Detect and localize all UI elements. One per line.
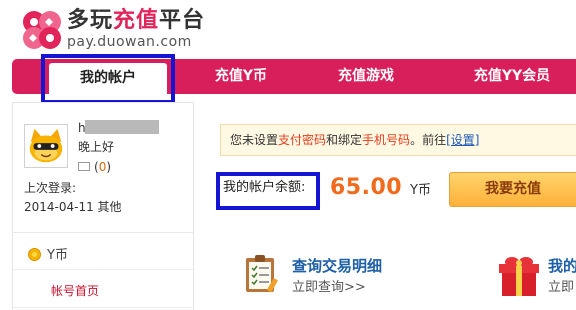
highlight-box-tab [41,54,175,104]
gifts-subtitle-link[interactable]: 立即 [548,280,574,296]
balance-unit: Y币 [410,183,431,198]
avatar[interactable] [24,124,68,168]
phone-number-link[interactable]: 手机号码 [362,133,410,147]
last-login-label: 上次登录: [24,181,77,195]
logo-domain: pay.duowan.com [67,34,192,50]
greeting: 晚上好 [78,140,115,154]
y-coin-icon [28,248,41,261]
ycoin-label: Y币 [47,248,68,263]
tab-recharge-ycoin[interactable]: 充值Y币 [187,59,295,94]
clipboard-icon[interactable] [244,254,280,294]
payment-password-link[interactable]: 支付密码 [278,133,326,147]
mail-icon [78,162,90,171]
logo-title: 多玩充值平台 [67,8,206,33]
my-gifts-link[interactable]: 我的 [548,256,576,276]
mail-link[interactable]: (0) [78,159,111,175]
security-notice: 您未设置支付密码和绑定手机号码。前往[设置] [220,124,576,156]
query-now-link[interactable]: 立即查询>> [292,280,366,296]
username-redaction [85,120,159,134]
ycoin-section: Y币 [28,246,68,264]
last-login-value: 2014-04-11 其他 [24,200,122,214]
sidebar-divider [13,307,193,308]
sidebar-divider [13,232,193,233]
sidebar-divider [13,269,193,270]
recharge-button[interactable]: 我要充值 [449,172,576,207]
gift-icon[interactable] [496,252,542,298]
duowan-logo-icon [23,11,61,49]
settings-link[interactable]: [设置] [446,133,479,147]
account-sidebar: h 晚上好 (0) 上次登录: 2014-04-11 其他 Y币 帐号首页 [12,102,194,310]
yy-cat-avatar [25,125,67,167]
tab-recharge-game[interactable]: 充值游戏 [312,59,420,94]
highlight-box-balance [216,172,320,210]
balance-amount: 65.00 [330,175,403,200]
site-logo[interactable]: 多玩充值平台 pay.duowan.com [20,6,220,52]
tab-recharge-yy-vip[interactable]: 充值YY会员 [437,59,576,94]
transaction-details-link[interactable]: 查询交易明细 [292,256,382,276]
sidebar-item-account-home[interactable]: 帐号首页 [51,283,99,299]
